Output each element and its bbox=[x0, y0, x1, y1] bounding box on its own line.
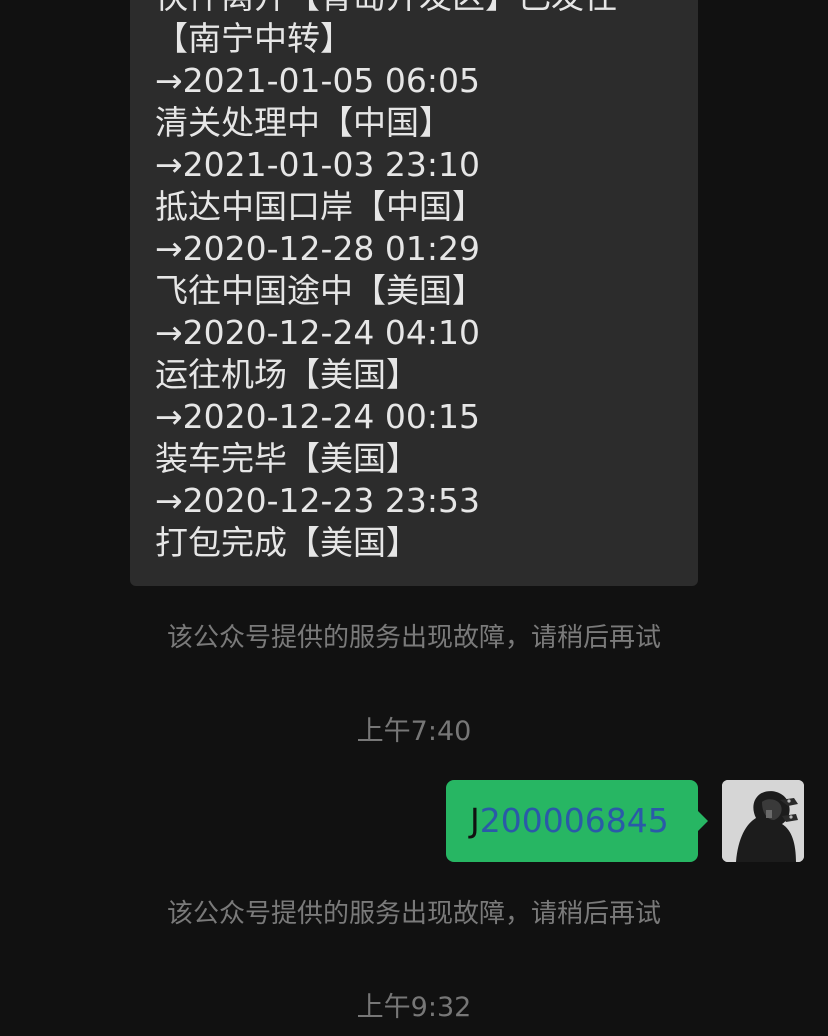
outgoing-message-text: J200006845 bbox=[470, 780, 669, 862]
message-line: →2020-12-23 23:53 bbox=[155, 481, 481, 520]
tracking-number-link[interactable]: 200006845 bbox=[480, 801, 669, 840]
tracking-lines: 快件离开【青岛开发区】已发往 【南宁中转】 →2021-01-05 06:05 … bbox=[155, 0, 617, 564]
incoming-message-bubble[interactable]: 快件离开【青岛开发区】已发往 【南宁中转】 →2021-01-05 06:05 … bbox=[130, 0, 698, 586]
message-timestamp: 上午9:32 bbox=[356, 992, 472, 1023]
message-line: →2020-12-28 01:29 bbox=[155, 229, 481, 268]
avatar-image bbox=[722, 780, 804, 862]
message-line: 打包完成【美国】 bbox=[155, 523, 419, 562]
message-line: 【南宁中转】 bbox=[155, 19, 353, 58]
system-notice: 该公众号提供的服务出现故障，请稍后再试 bbox=[166, 899, 661, 929]
message-line: 清关处理中【中国】 bbox=[155, 103, 452, 142]
message-line: 装车完毕【美国】 bbox=[155, 439, 419, 478]
message-line: →2021-01-05 06:05 bbox=[155, 61, 481, 100]
user-avatar-icon[interactable] bbox=[722, 780, 804, 862]
message-line: →2020-12-24 04:10 bbox=[155, 313, 481, 352]
outgoing-message-bubble[interactable]: J200006845 bbox=[446, 780, 708, 862]
message-timestamp: 上午7:40 bbox=[356, 716, 472, 747]
message-line: 运往机场【美国】 bbox=[155, 355, 419, 394]
tracking-code-prefix: J bbox=[470, 801, 480, 840]
message-line: 抵达中国口岸【中国】 bbox=[155, 187, 485, 226]
message-line: 快件离开【青岛开发区】已发往 bbox=[155, 0, 617, 18]
system-notice: 该公众号提供的服务出现故障，请稍后再试 bbox=[166, 623, 661, 653]
message-line: 飞往中国途中【美国】 bbox=[155, 271, 485, 310]
message-line: →2021-01-03 23:10 bbox=[155, 145, 481, 184]
message-line: →2020-12-24 00:15 bbox=[155, 397, 481, 436]
